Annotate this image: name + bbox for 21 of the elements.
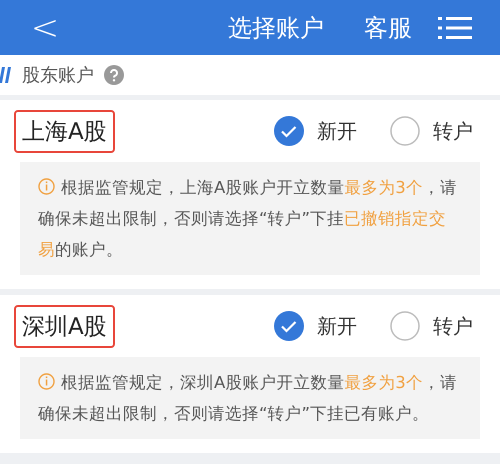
customer-service-button[interactable]: 客服 bbox=[364, 12, 412, 44]
radio-option[interactable]: 转户 bbox=[390, 311, 476, 341]
radio-option[interactable]: 转户 bbox=[390, 116, 476, 146]
account-type-label: 上海A股 bbox=[14, 110, 115, 152]
notice-text: 根据监管规定，上海A股账户开立数量最多为3个，请确保未超出限制，否则请选择“转户”下挂已撤销指定交易的账户。 bbox=[38, 177, 458, 261]
back-button[interactable]: < bbox=[30, 10, 60, 44]
section-marker-icon bbox=[0, 67, 12, 83]
help-icon[interactable] bbox=[104, 65, 124, 85]
info-icon bbox=[38, 373, 55, 390]
radio-option[interactable]: 新开 bbox=[274, 116, 360, 146]
radio-unchecked-icon bbox=[390, 116, 420, 146]
menu-icon[interactable] bbox=[438, 16, 472, 40]
radio-option[interactable]: 新开 bbox=[274, 311, 360, 341]
radio-unchecked-icon bbox=[390, 311, 420, 341]
section-title: 股东账户 bbox=[22, 64, 94, 87]
account-type-label: 深圳A股 bbox=[14, 304, 115, 348]
page-title: 选择账户 bbox=[228, 12, 324, 44]
radio-checked-icon bbox=[274, 116, 304, 146]
info-icon bbox=[38, 178, 55, 195]
notice-text: 根据监管规定，深圳A股账户开立数量最多为3个，请确保未超出限制，否则请选择“转户”下挂已有账户。 bbox=[38, 372, 458, 425]
radio-checked-icon bbox=[274, 311, 304, 341]
